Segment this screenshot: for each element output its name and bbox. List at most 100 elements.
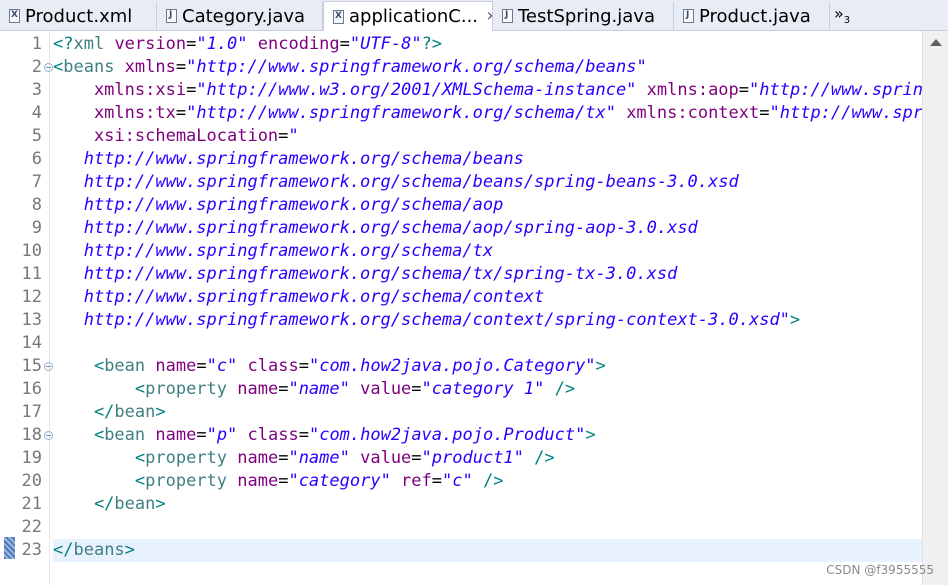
tab-product-java[interactable]: Product.java xyxy=(674,2,830,30)
xml-equals: = xyxy=(278,379,289,399)
xml-tag-name: bean xyxy=(114,402,156,422)
code-area[interactable]: <?xml version="1.0" encoding="UTF-8"?> <b… xyxy=(53,31,922,585)
code-line[interactable]: http://www.springframework.org/schema/ao… xyxy=(53,194,922,217)
xml-equals: = xyxy=(759,103,770,123)
fold-collapse-icon[interactable] xyxy=(44,63,53,72)
code-editor[interactable]: 1 2 3 4 5 6 7 8 9 10 11 12 13 14 15 16 17 18 19 20 21 22 23 <?… xyxy=(0,31,922,585)
xml-bracket: < xyxy=(53,425,105,445)
line-number: 5 xyxy=(31,126,42,146)
code-line[interactable]: http://www.springframework.org/schema/ao… xyxy=(53,217,922,240)
xml-equals: = xyxy=(278,448,289,468)
xml-attribute-value: "c" xyxy=(206,356,238,376)
xml-attribute-value: http://www.springframework.org/schema/tx xyxy=(53,241,494,261)
code-line[interactable]: http://www.springframework.org/schema/be… xyxy=(53,171,922,194)
line-number: 12 xyxy=(21,287,42,307)
fold-collapse-icon[interactable] xyxy=(44,362,53,371)
line-number: 22 xyxy=(21,517,42,537)
xml-attribute-value: "com.how2java.pojo.Product" xyxy=(308,425,586,445)
xml-attribute-value: "name" xyxy=(288,448,350,468)
line-number: 2 xyxy=(31,57,42,77)
java-file-icon xyxy=(683,9,694,23)
xml-equals: = xyxy=(278,471,289,491)
tab-label: Category.java xyxy=(182,5,306,27)
tab-category-java[interactable]: Category.java xyxy=(157,2,323,30)
code-line[interactable]: xmlns:xsi="http://www.w3.org/2001/XMLSch… xyxy=(53,79,922,102)
xml-tag-name: xml xyxy=(73,34,105,54)
line-number: 21 xyxy=(21,494,42,514)
java-file-icon xyxy=(502,9,513,23)
tab-applicationcontext-xml[interactable]: applicationC... × xyxy=(323,1,493,31)
xml-attribute: encoding xyxy=(247,34,340,54)
xml-attribute-value: "category" xyxy=(288,471,391,491)
xml-bracket: > xyxy=(595,356,606,376)
xml-tag-name: bean xyxy=(114,494,156,514)
xml-equals: = xyxy=(339,34,350,54)
tab-overflow-button[interactable]: »3 xyxy=(834,4,850,26)
code-line[interactable]: </beans> xyxy=(53,539,922,562)
xml-bracket: < xyxy=(53,379,146,399)
code-line[interactable]: xmlns:tx = "http://www.springframework.org… xyxy=(53,102,922,125)
xml-attribute-value: "name" xyxy=(288,379,350,399)
code-line[interactable]: http://www.springframework.org/schema/be… xyxy=(53,148,922,171)
xml-attribute-value: http://www.springframework.org/schema/tx… xyxy=(53,264,678,284)
code-line[interactable]: <bean name="p" class="com.how2java.pojo.… xyxy=(53,424,922,447)
xml-bracket: > xyxy=(155,494,166,514)
code-line[interactable] xyxy=(53,332,922,355)
code-line[interactable]: http://www.springframework.org/schema/co… xyxy=(53,309,922,332)
code-line[interactable]: http://www.springframework.org/schema/tx… xyxy=(53,263,922,286)
xml-attribute-value: " xyxy=(288,126,299,146)
xml-attribute-value: "http://www.springframework.org/schema/a… xyxy=(749,80,922,100)
xml-attribute: class xyxy=(237,356,299,376)
code-line[interactable]: <beans xmlns="http://www.springframework… xyxy=(53,56,922,79)
line-number: 17 xyxy=(21,402,42,422)
line-number: 9 xyxy=(31,218,42,238)
xml-bracket: > xyxy=(124,540,135,560)
xml-tag-name: property xyxy=(145,379,228,399)
scroll-up-arrow-icon[interactable] xyxy=(930,39,942,46)
xml-attribute: version xyxy=(104,34,187,54)
close-icon[interactable]: × xyxy=(486,9,492,24)
code-line[interactable]: </bean> xyxy=(53,493,922,516)
code-line[interactable]: </bean> xyxy=(53,401,922,424)
code-line[interactable]: <?xml version="1.0" encoding="UTF-8"?> xyxy=(53,33,922,56)
code-line[interactable]: http://www.springframework.org/schema/co… xyxy=(53,286,922,309)
line-number: 13 xyxy=(21,310,42,330)
line-number: 18 xyxy=(21,425,42,445)
tab-testspring-java[interactable]: TestSpring.java xyxy=(493,2,674,30)
line-number: 16 xyxy=(21,379,42,399)
xml-equals: = xyxy=(196,425,207,445)
code-line[interactable]: <property name="name" value="product1" /… xyxy=(53,447,922,470)
xml-attribute-value: "UTF-8" xyxy=(349,34,422,54)
xml-attribute-value: http://www.springframework.org/schema/co… xyxy=(53,287,545,307)
tab-product-xml[interactable]: Product.xml xyxy=(0,2,157,30)
xml-attribute-value: "1.0" xyxy=(196,34,248,54)
xml-bracket: < xyxy=(53,448,146,468)
xml-attribute: name xyxy=(145,356,197,376)
xml-attribute-value: "c" xyxy=(442,471,473,491)
xml-attribute-value: http://www.springframework.org/schema/be… xyxy=(53,172,739,192)
xml-bracket: > xyxy=(155,402,166,422)
xml-bracket: < xyxy=(53,356,105,376)
xml-attribute-value: "product1" xyxy=(421,448,524,468)
xml-attribute-value: "http://www.springframework.org/schema/t… xyxy=(186,103,616,123)
code-line[interactable]: http://www.springframework.org/schema/tx xyxy=(53,240,922,263)
java-file-icon xyxy=(166,9,177,23)
code-line[interactable]: <property name="category" ref="c" /> xyxy=(53,470,922,493)
fold-collapse-icon[interactable] xyxy=(44,431,53,440)
xml-attribute: xmlns:tx xyxy=(53,103,176,123)
xml-attribute: name xyxy=(227,448,279,468)
xml-attribute: name xyxy=(227,379,279,399)
code-line[interactable]: xsi:schemaLocation=" xyxy=(53,125,922,148)
line-number: 6 xyxy=(31,149,42,169)
xml-bracket: > xyxy=(789,310,801,330)
xml-tag-name: beans xyxy=(73,540,125,560)
code-line[interactable]: <bean name="c" class="com.how2java.pojo.… xyxy=(53,355,922,378)
line-number: 3 xyxy=(31,80,42,100)
xml-equals: = xyxy=(738,80,750,100)
xml-attribute: xmlns:xsi xyxy=(53,80,187,100)
vertical-scrollbar[interactable] xyxy=(922,31,948,585)
xml-tag-name: property xyxy=(145,471,228,491)
code-line[interactable] xyxy=(53,516,922,539)
code-line[interactable]: <property name="name" value="category 1"… xyxy=(53,378,922,401)
xml-bracket: </ xyxy=(53,494,115,514)
